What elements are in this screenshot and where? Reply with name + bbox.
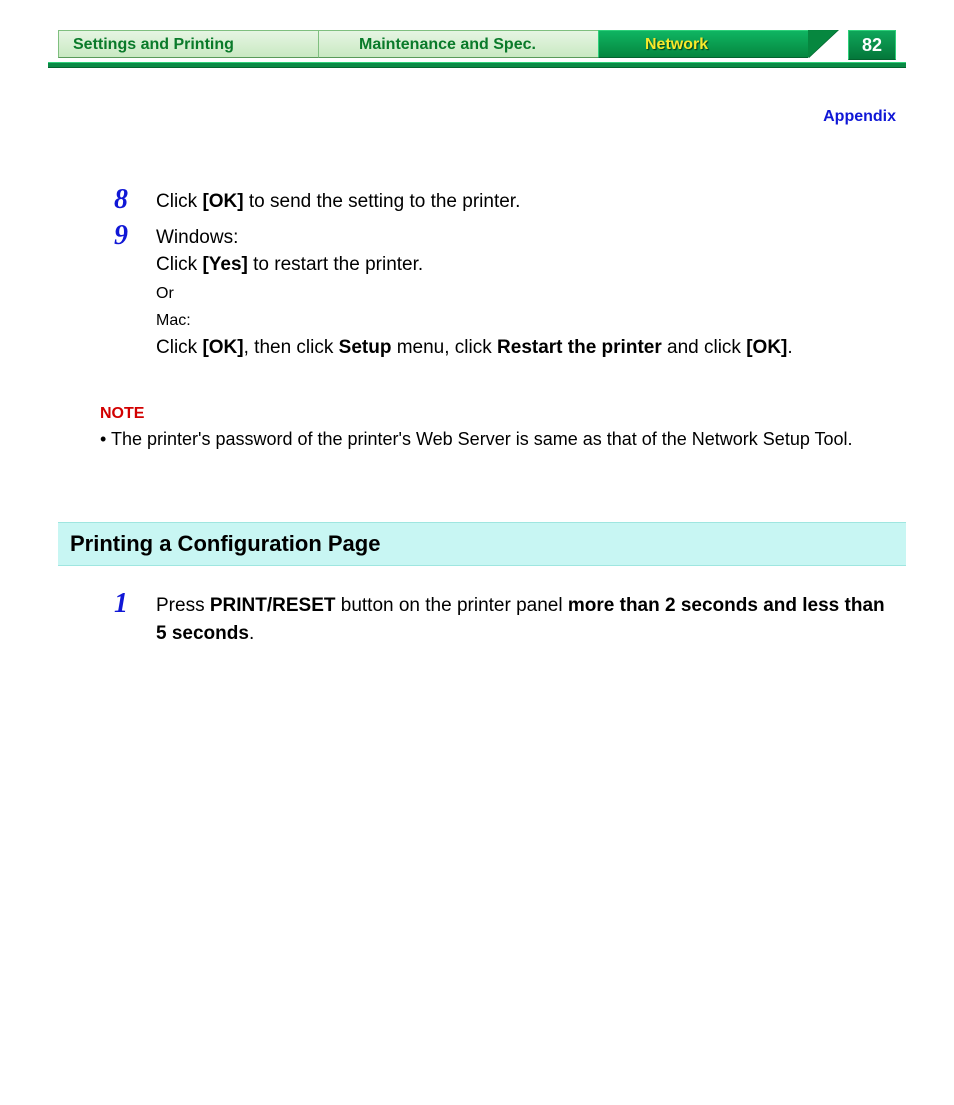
tab-divider-icon bbox=[808, 30, 838, 58]
document-page: Settings and Printing Maintenance and Sp… bbox=[0, 30, 954, 1054]
step-row: 9 Windows:Click [Yes] to restart the pri… bbox=[58, 222, 906, 362]
step-row: 1 Press PRINT/RESET button on the printe… bbox=[58, 590, 896, 647]
step-number: 9 bbox=[58, 222, 156, 250]
tab-maintenance-and-spec[interactable]: Maintenance and Spec. bbox=[318, 30, 598, 58]
step-body: Press PRINT/RESET button on the printer … bbox=[156, 590, 896, 647]
steps-list-b: 1 Press PRINT/RESET button on the printe… bbox=[58, 590, 896, 647]
appendix-link[interactable]: Appendix bbox=[823, 108, 896, 126]
step-number: 8 bbox=[58, 186, 156, 214]
section-title: Printing a Configuration Page bbox=[58, 522, 906, 566]
tab-network[interactable]: Network bbox=[598, 30, 808, 58]
header-rule bbox=[48, 62, 906, 68]
page-number: 82 bbox=[848, 30, 896, 60]
step-body: Windows:Click [Yes] to restart the print… bbox=[156, 222, 906, 362]
steps-list-a: 8 Click [OK] to send the setting to the … bbox=[58, 186, 906, 361]
header-tabs: Settings and Printing Maintenance and Sp… bbox=[58, 30, 896, 66]
note-block: NOTE The printer's password of the print… bbox=[100, 405, 906, 452]
step-number: 1 bbox=[58, 590, 156, 618]
note-text: The printer's password of the printer's … bbox=[100, 427, 906, 452]
note-label: NOTE bbox=[100, 405, 906, 423]
step-row: 8 Click [OK] to send the setting to the … bbox=[58, 186, 906, 216]
step-body: Click [OK] to send the setting to the pr… bbox=[156, 186, 906, 216]
tab-settings-and-printing[interactable]: Settings and Printing bbox=[58, 30, 318, 58]
